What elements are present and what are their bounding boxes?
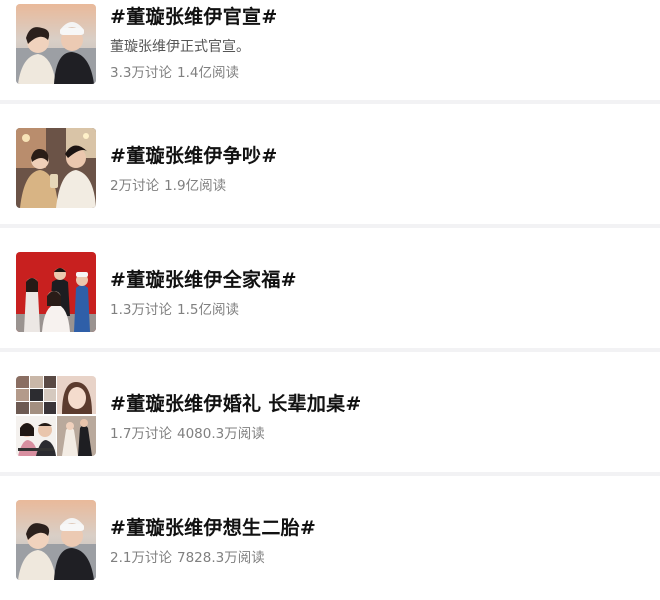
read-count: 7828.3万阅读 [176,550,265,566]
topic-item-family-photo[interactable]: #董璇张维伊全家福# 1.3万讨论 1.5亿阅读 [0,232,660,352]
topic-item-argument[interactable]: #董璇张维伊争吵# 2万讨论 1.9亿阅读 [0,108,660,228]
couple-selfie-image [16,500,96,580]
topic-title[interactable]: #董璇张维伊想生二胎# [110,513,316,540]
read-count: 1.4亿阅读 [176,65,239,81]
discussion-count: 2万讨论 [110,178,160,194]
discussion-count: 1.3万讨论 [110,302,172,318]
topic-title[interactable]: #董璇张维伊争吵# [110,141,278,168]
read-count: 1.5亿阅读 [176,302,239,318]
topic-thumbnail[interactable] [16,4,96,84]
topic-thumbnail[interactable] [16,252,96,332]
topic-thumbnail[interactable] [16,500,96,580]
topic-stats: 2.1万讨论 7828.3万阅读 [110,546,265,566]
topic-title[interactable]: #董璇张维伊全家福# [110,265,297,292]
topic-stats: 2万讨论 1.9亿阅读 [110,174,226,194]
topic-stats: 3.3万讨论 1.4亿阅读 [110,61,239,81]
discussion-count: 1.7万讨论 [110,426,172,442]
topic-item-wedding[interactable]: #董璇张维伊婚礼 长辈加桌# 1.7万讨论 4080.3万阅读 [0,356,660,476]
topic-stats: 1.7万讨论 4080.3万阅读 [110,422,265,442]
topic-title[interactable]: #董璇张维伊官宣# [110,2,278,29]
couple-party-image [16,128,96,208]
topic-title[interactable]: #董璇张维伊婚礼 长辈加桌# [110,389,362,416]
topic-thumbnail[interactable] [16,376,96,456]
topic-stats: 1.3万讨论 1.5亿阅读 [110,298,239,318]
wedding-collage-image [16,376,96,456]
discussion-count: 3.3万讨论 [110,65,172,81]
discussion-count: 2.1万讨论 [110,550,172,566]
read-count: 1.9亿阅读 [164,178,227,194]
topic-item-official-announcement[interactable]: #董璇张维伊官宣# 董璇张维伊正式官宣。 3.3万讨论 1.4亿阅读 [0,0,660,104]
topic-thumbnail[interactable] [16,128,96,208]
read-count: 4080.3万阅读 [176,426,265,442]
topic-item-second-child[interactable]: #董璇张维伊想生二胎# 2.1万讨论 7828.3万阅读 [0,480,660,600]
family-photo-image [16,252,96,332]
couple-selfie-image [16,4,96,84]
topic-list: #董璇张维伊官宣# 董璇张维伊正式官宣。 3.3万讨论 1.4亿阅读 #董璇张维… [0,0,660,593]
topic-description: 董璇张维伊正式官宣。 [110,39,250,55]
